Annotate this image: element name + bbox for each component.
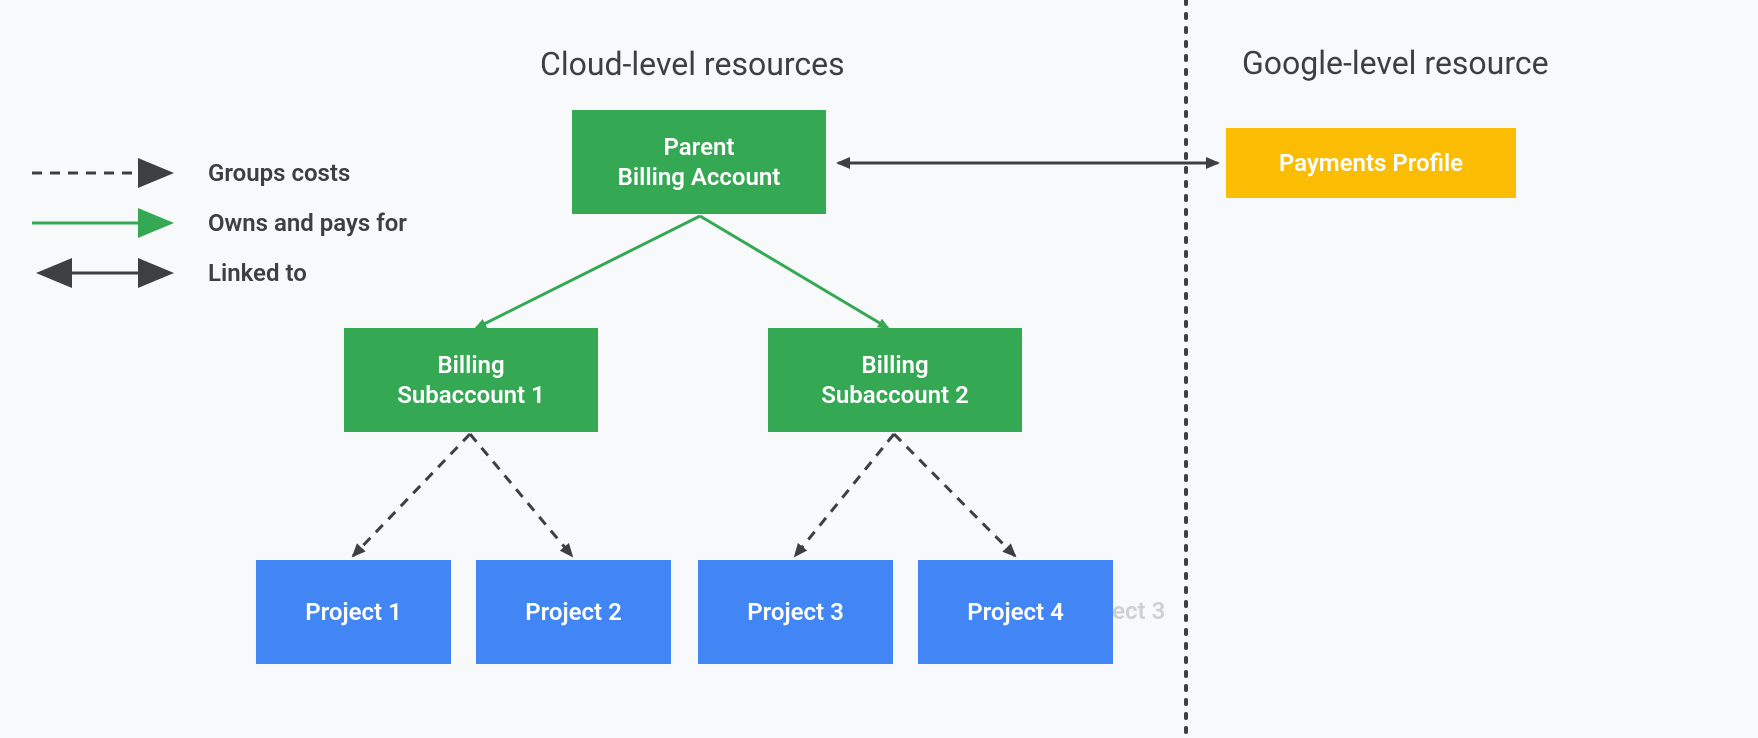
sub2-line1: Billing [861, 351, 928, 379]
proj2-label: Project 2 [525, 597, 622, 627]
legend-label-owns: Owns and pays for [208, 209, 407, 237]
sub2-line2: Subaccount 2 [821, 381, 969, 409]
arrow-sub2-to-proj4 [894, 434, 1015, 556]
legend-line-green [30, 203, 180, 243]
proj1-label: Project 1 [305, 597, 402, 627]
legend-row-groups: Groups costs [30, 148, 407, 198]
arrow-sub2-to-proj3 [795, 434, 894, 556]
box-project-2: Project 2 [476, 560, 671, 664]
arrow-sub1-to-proj1 [353, 434, 470, 556]
legend-line-double [30, 253, 180, 293]
legend-row-linked: Linked to [30, 248, 407, 298]
parent-line1: Parent [664, 133, 735, 161]
parent-line2: Billing Account [618, 163, 781, 191]
legend: Groups costs Owns and pays for Linked to [30, 148, 407, 298]
legend-line-dashed [30, 153, 180, 193]
sub1-line1: Billing [437, 351, 504, 379]
arrow-parent-to-sub2 [700, 216, 888, 328]
legend-label-linked: Linked to [208, 259, 307, 287]
arrow-sub1-to-proj2 [470, 434, 572, 556]
box-payments-profile: Payments Profile [1226, 128, 1516, 198]
sub1-line2: Subaccount 1 [397, 381, 545, 409]
heading-google: Google-level resource [1242, 44, 1549, 82]
box-project-1: Project 1 [256, 560, 451, 664]
arrow-parent-to-sub1 [476, 216, 700, 328]
heading-cloud: Cloud-level resources [540, 45, 845, 83]
box-parent-billing-account: Parent Billing Account [572, 110, 826, 214]
box-billing-subaccount-1: Billing Subaccount 1 [344, 328, 598, 432]
legend-label-groups: Groups costs [208, 159, 350, 187]
box-project-3: Project 3 [698, 560, 893, 664]
proj4-label: Project 4 [967, 597, 1064, 627]
legend-row-owns: Owns and pays for [30, 198, 407, 248]
box-project-4: Project 4 [918, 560, 1113, 664]
payments-label: Payments Profile [1279, 148, 1463, 178]
box-billing-subaccount-2: Billing Subaccount 2 [768, 328, 1022, 432]
proj3-label: Project 3 [747, 597, 844, 627]
ghost-text: ject 3 [1106, 597, 1165, 625]
